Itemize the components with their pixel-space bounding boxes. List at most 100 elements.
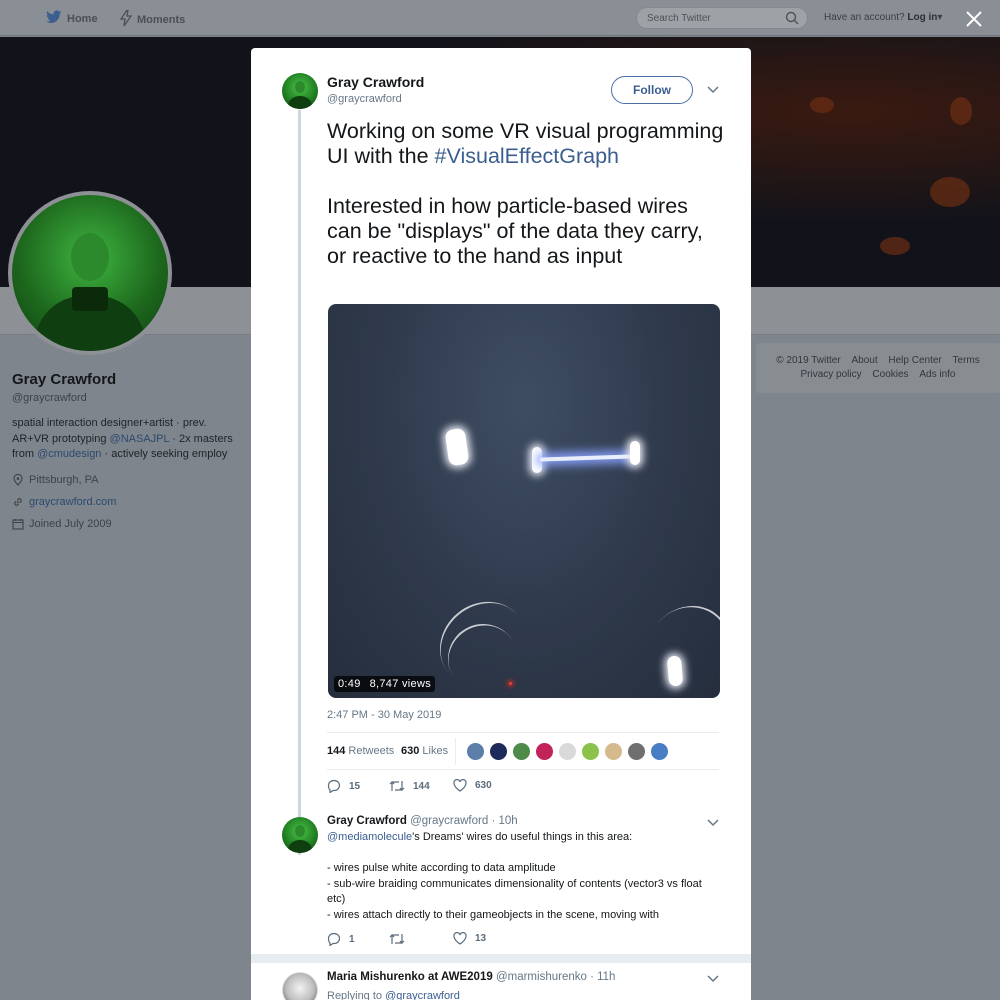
reply-icon — [327, 779, 341, 793]
like-action[interactable]: 13 — [453, 932, 486, 945]
liker-avatar[interactable] — [604, 742, 623, 761]
footer-terms-link[interactable]: Terms — [953, 355, 980, 366]
tweet-actions: 15 144 630 — [327, 779, 717, 797]
thread-line — [298, 110, 301, 855]
profile-location: Pittsburgh, PA — [12, 474, 99, 486]
reply-action[interactable]: 15 — [327, 779, 360, 793]
video-light-mid-right — [630, 441, 640, 465]
tweet-permalink-modal: Gray Crawford @graycrawford Follow Worki… — [251, 48, 751, 1000]
reply-action[interactable]: 1 — [327, 932, 355, 946]
nav-home[interactable]: Home — [46, 10, 98, 27]
footer-privacy-link[interactable]: Privacy policy — [801, 369, 862, 380]
chevron-down-icon[interactable] — [707, 818, 719, 828]
video-views: 8,747 views — [369, 678, 431, 690]
person-photo-icon — [287, 825, 313, 853]
top-navigation-bar: Home Moments Have an account? Log in▾ — [0, 0, 1000, 36]
follow-button[interactable]: Follow — [611, 76, 693, 104]
video-light-left — [444, 427, 470, 467]
profile-bio: spatial interaction designer+artist · pr… — [12, 417, 233, 460]
reply2-time[interactable]: · 11h — [590, 971, 615, 983]
footer-copyright: © 2019 Twitter — [776, 355, 841, 366]
tweet-author-name[interactable]: Gray Crawford — [327, 74, 424, 90]
profile-joined: Joined July 2009 — [12, 518, 112, 530]
nav-home-label: Home — [67, 12, 98, 25]
bio-link-nasajpl[interactable]: @NASAJPL — [110, 433, 170, 445]
tweet-text: Working on some VR visual programming UI… — [327, 119, 724, 268]
heart-icon — [453, 779, 467, 792]
search-icon[interactable] — [785, 11, 799, 30]
tweet-video-player[interactable]: 0:49 8,747 views — [328, 304, 720, 698]
footer-cookies-link[interactable]: Cookies — [872, 369, 908, 380]
calendar-icon — [12, 518, 24, 530]
replying-to: Replying to @graycrawford — [327, 990, 460, 1000]
login-link[interactable]: Log in — [907, 12, 937, 23]
profile-handle: @graycrawford — [12, 392, 87, 404]
video-red-dot — [509, 682, 512, 685]
twitter-bird-icon — [46, 10, 62, 27]
reply-author-handle[interactable]: @graycrawford — [410, 815, 488, 827]
liker-avatar[interactable] — [558, 742, 577, 761]
stats-divider — [455, 738, 456, 765]
profile-avatar[interactable] — [8, 191, 172, 355]
person-photo-icon — [32, 233, 148, 351]
video-info-badge: 0:49 8,747 views — [334, 676, 435, 692]
link-icon — [12, 496, 24, 508]
reply-header: Gray Crawford @graycrawford · 10h — [327, 815, 518, 827]
have-account-text: Have an account? — [824, 12, 905, 23]
reply-actions: 1 13 — [327, 932, 717, 950]
likes-stat[interactable]: 630 Likes — [401, 745, 448, 757]
bio-link-cmudesign[interactable]: @cmudesign — [37, 448, 101, 460]
reply-icon — [327, 932, 341, 946]
website-link[interactable]: graycrawford.com — [29, 496, 116, 508]
person-photo-icon — [287, 81, 313, 109]
tweet-timestamp[interactable]: 2:47 PM - 30 May 2019 — [327, 709, 441, 721]
footer-ads-info-link[interactable]: Ads info — [919, 369, 955, 380]
search-input[interactable] — [637, 8, 777, 29]
footer-help-center-link[interactable]: Help Center — [888, 355, 941, 366]
tweet-author-handle[interactable]: @graycrawford — [327, 93, 402, 105]
reply2-author-avatar[interactable] — [282, 972, 318, 1000]
liker-avatar[interactable] — [489, 742, 508, 761]
chevron-down-icon[interactable] — [707, 85, 719, 95]
tweet-stats: 144 Retweets 630 Likes — [327, 732, 719, 770]
retweet-action[interactable] — [389, 932, 413, 946]
reply2-author-name[interactable]: Maria Mishurenko at AWE2019 — [327, 971, 493, 983]
liker-avatar[interactable] — [535, 742, 554, 761]
video-light-hand — [666, 655, 684, 687]
login-area: Have an account? Log in▾ — [824, 12, 942, 23]
retweet-icon — [389, 934, 405, 944]
reply-author-name[interactable]: Gray Crawford — [327, 815, 407, 827]
heart-icon — [453, 932, 467, 945]
reply2-header: Maria Mishurenko at AWE2019 @marmishuren… — [327, 971, 615, 983]
video-light-beam — [539, 454, 633, 462]
author-avatar[interactable] — [282, 73, 318, 109]
retweet-icon — [389, 781, 405, 791]
conversation-divider — [251, 954, 751, 963]
nav-moments[interactable]: Moments — [119, 9, 186, 29]
like-action[interactable]: 630 — [453, 779, 492, 792]
liker-avatar[interactable] — [627, 742, 646, 761]
mention-link[interactable]: @mediamolecule — [327, 831, 412, 843]
close-icon[interactable] — [963, 8, 985, 30]
chevron-down-icon[interactable] — [707, 974, 719, 984]
reply-author-avatar[interactable] — [282, 817, 318, 853]
profile-name: Gray Crawford — [12, 371, 117, 388]
retweets-stat[interactable]: 144 Retweets — [327, 745, 394, 757]
lightning-icon — [119, 9, 133, 29]
nav-moments-label: Moments — [137, 13, 186, 26]
liker-avatar[interactable] — [466, 742, 485, 761]
liker-avatar[interactable] — [650, 742, 669, 761]
reply-time[interactable]: · 10h — [491, 815, 517, 827]
replying-to-link[interactable]: @graycrawford — [385, 990, 460, 1000]
search-box — [636, 7, 808, 29]
liker-avatar[interactable] — [512, 742, 531, 761]
location-pin-icon — [12, 474, 24, 486]
reply2-author-handle[interactable]: @marmishurenko — [496, 971, 587, 983]
retweet-action[interactable]: 144 — [389, 779, 430, 793]
liker-avatar[interactable] — [581, 742, 600, 761]
caret-down-icon[interactable]: ▾ — [937, 12, 942, 23]
site-footer: © 2019 Twitter About Help Center Terms P… — [756, 343, 1000, 393]
video-duration: 0:49 — [338, 678, 361, 690]
hashtag-link[interactable]: #VisualEffectGraph — [435, 144, 619, 168]
footer-about-link[interactable]: About — [851, 355, 877, 366]
